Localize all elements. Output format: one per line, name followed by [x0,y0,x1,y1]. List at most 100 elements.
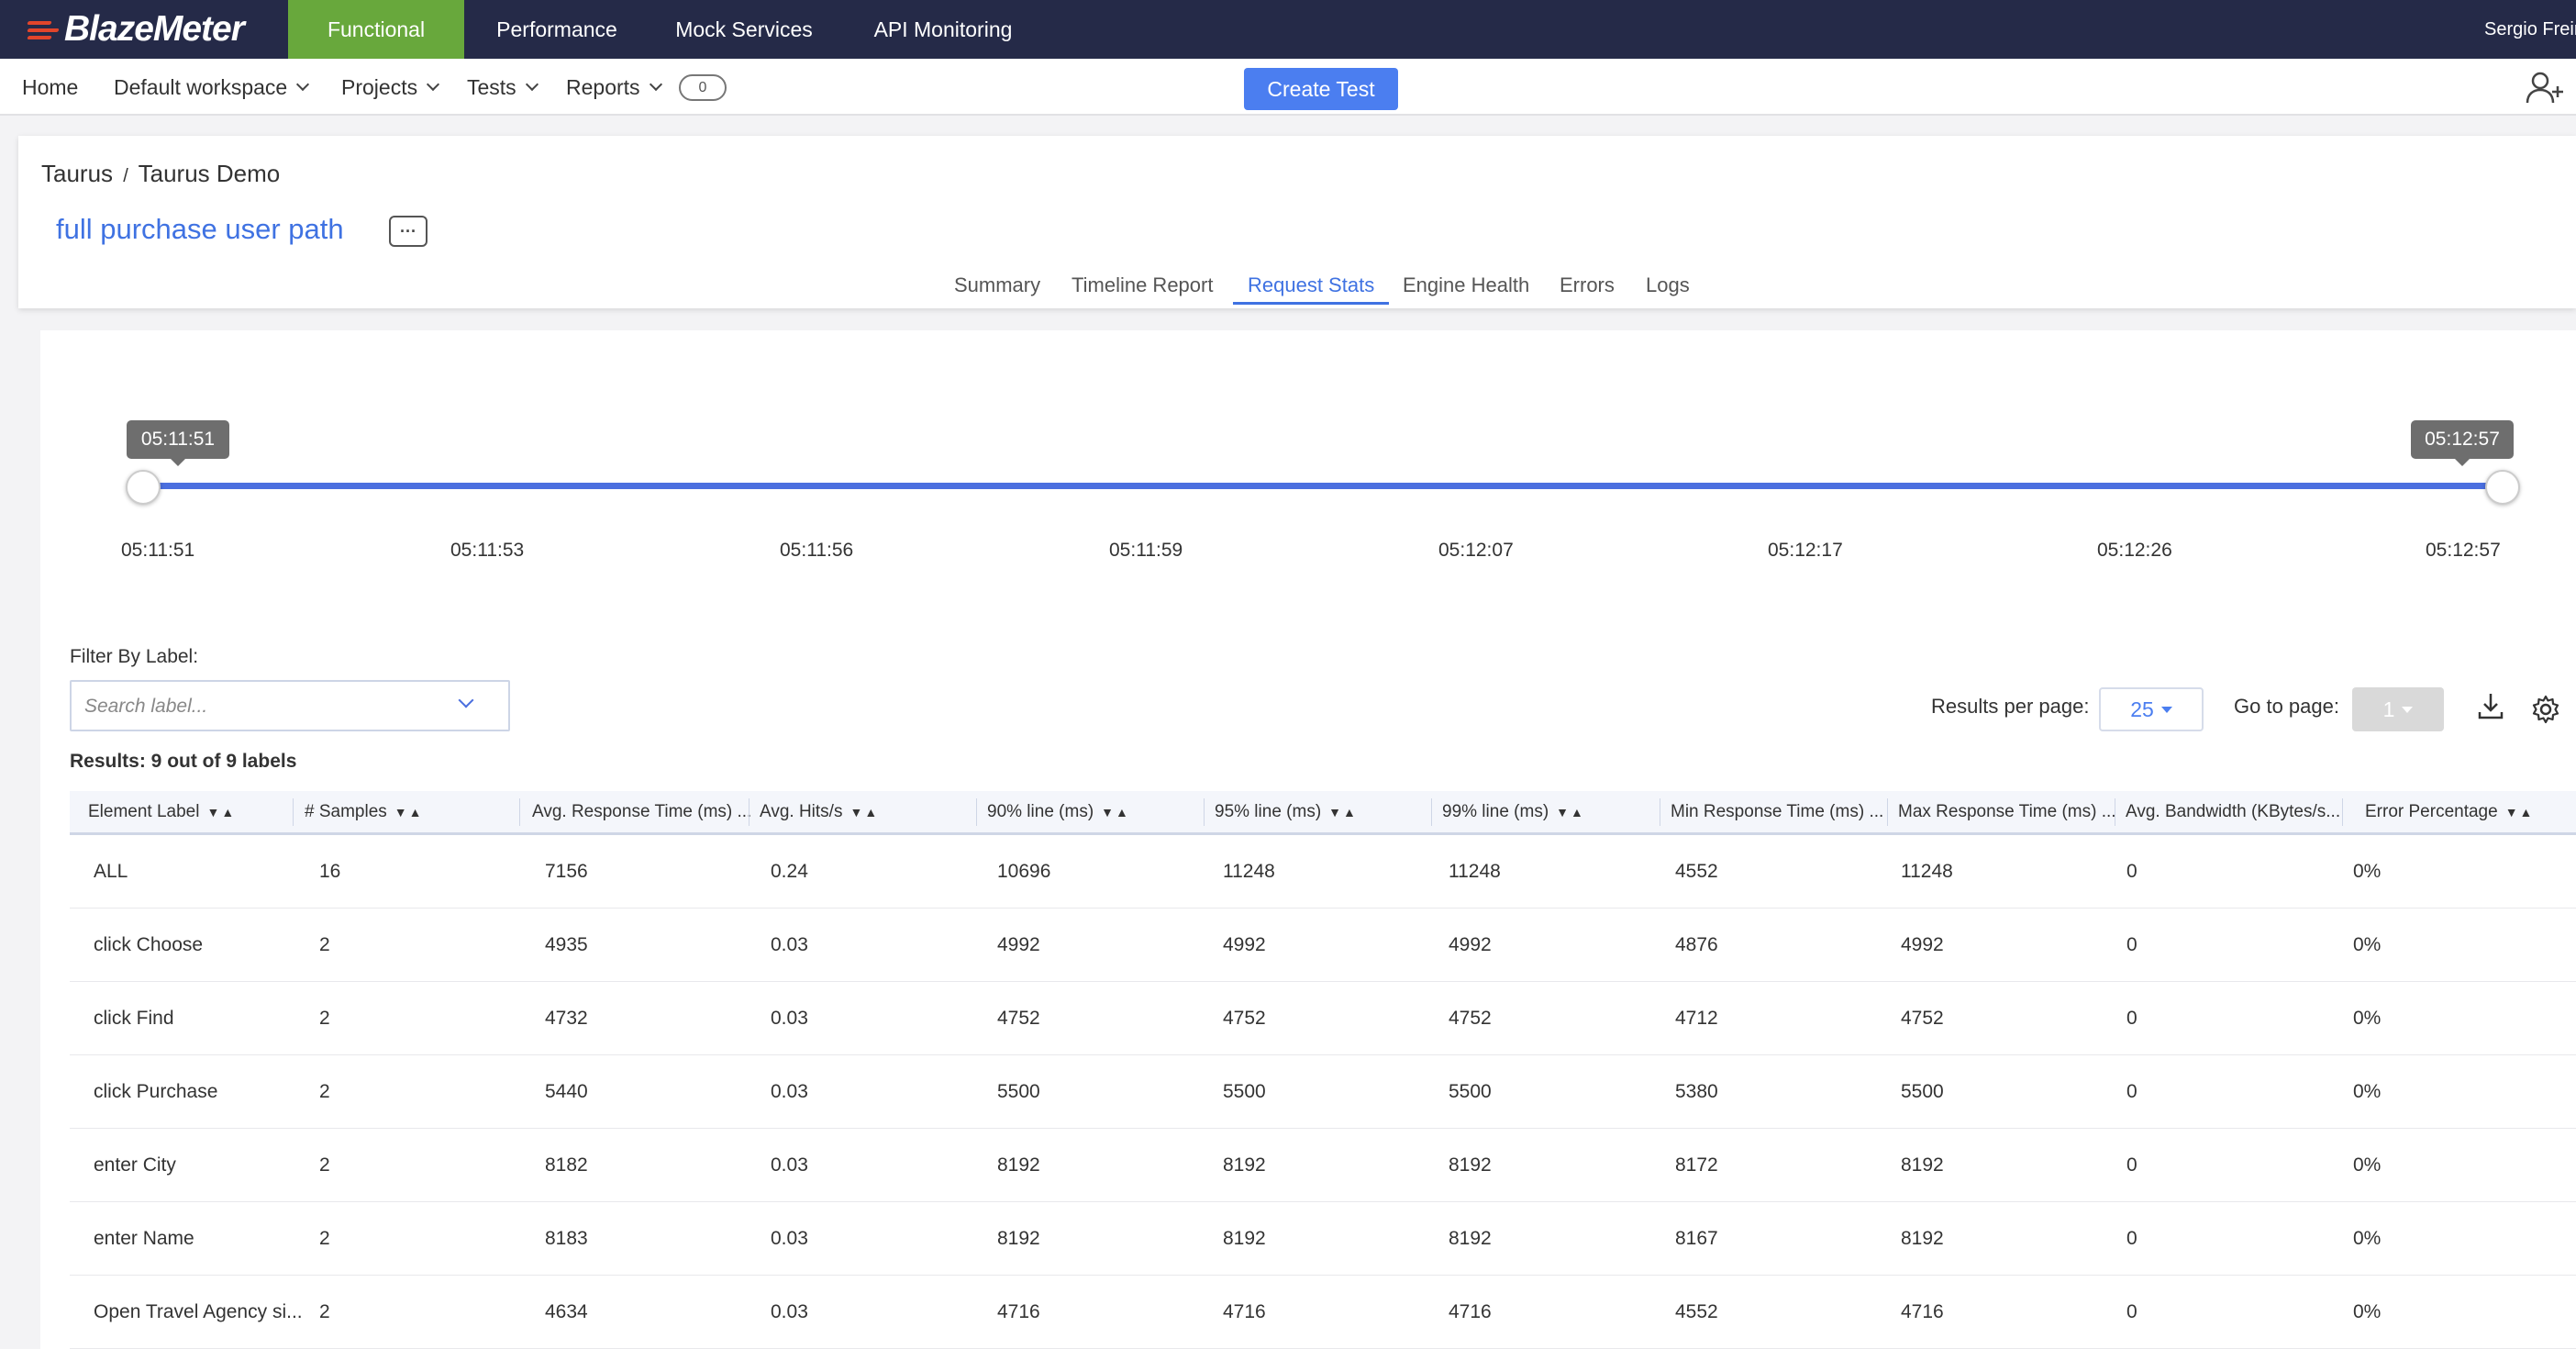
column-divider [519,798,520,826]
timeline-tick: 05:11:56 [780,540,854,561]
tab-summary[interactable]: Summary [954,273,1040,307]
sort-icon[interactable]: ▼▲ [1101,805,1130,819]
breadcrumb-project[interactable]: Taurus [41,160,113,187]
col-avg-hits[interactable]: Avg. Hits/s ▼▲ [760,791,879,832]
sort-icon[interactable]: ▼▲ [206,805,236,819]
tab-logs[interactable]: Logs [1646,273,1690,307]
cell-99-line: 4716 [1449,1301,1492,1322]
table-row[interactable]: click Purchase 2 5440 0.03 5500 5500 550… [70,1055,2576,1129]
col-max-response-time[interactable]: Max Response Time (ms) ... [1898,791,2116,832]
user-menu[interactable]: Sergio Freire [2484,0,2576,59]
create-test-button[interactable]: Create Test [1244,68,1398,110]
sort-icon[interactable]: ▼▲ [1556,805,1585,819]
nav-tab-api-monitoring[interactable]: API Monitoring [838,0,1048,59]
breadcrumb-test[interactable]: Taurus Demo [139,160,281,187]
results-per-page-select[interactable]: 25 [2099,687,2204,731]
cell-90-line: 5500 [997,1081,1040,1102]
cell-error-pct: 0% [2353,861,2382,882]
column-divider [1204,798,1205,826]
col-label: Avg. Response Time (ms) ... [532,801,752,821]
request-stats-table: Element Label ▼▲ # Samples ▼▲ Avg. Respons… [70,791,2576,1349]
logo-mark-icon [27,21,60,39]
col-min-response-time[interactable]: Min Response Time (ms) ... [1671,791,1883,832]
table-row[interactable]: enter City 2 8182 0.03 8192 8192 8192 81… [70,1129,2576,1202]
col-95-line[interactable]: 95% line (ms) ▼▲ [1215,791,1358,832]
cell-bandwidth: 0 [2126,934,2137,955]
tab-timeline-report[interactable]: Timeline Report [1071,273,1213,307]
cell-samples: 2 [319,1081,330,1102]
col-element-label[interactable]: Element Label ▼▲ [88,791,236,832]
cell-90-line: 8192 [997,1228,1040,1249]
nav-tab-performance[interactable]: Performance [464,0,650,59]
home-link[interactable]: Home [22,59,78,116]
projects-dropdown[interactable]: Projects [341,59,440,116]
nav-tab-mock-services[interactable]: Mock Services [650,0,838,59]
tab-engine-health[interactable]: Engine Health [1403,273,1529,307]
home-label: Home [22,74,79,99]
cell-min-response: 8167 [1675,1228,1718,1249]
col-90-line[interactable]: 90% line (ms) ▼▲ [987,791,1130,832]
col-99-line[interactable]: 99% line (ms) ▼▲ [1442,791,1585,832]
chevron-down-icon [427,77,440,92]
nav-tab-functional[interactable]: Functional [288,0,464,59]
label-search-input[interactable]: Search label... [70,680,510,731]
page-title[interactable]: full purchase user path [56,213,344,246]
time-range-slider[interactable] [143,483,2506,489]
table-row[interactable]: enter Name 2 8183 0.03 8192 8192 8192 81… [70,1202,2576,1276]
col-samples[interactable]: # Samples ▼▲ [305,791,424,832]
col-avg-bandwidth[interactable]: Avg. Bandwidth (KBytes/s... [2126,791,2340,832]
range-start-handle[interactable] [126,470,161,505]
download-icon[interactable] [2475,690,2506,723]
tests-dropdown[interactable]: Tests [467,59,539,116]
table-row[interactable]: Open Travel Agency si... 2 4634 0.03 471… [70,1276,2576,1349]
cell-error-pct: 0% [2353,934,2382,955]
col-error-percentage[interactable]: Error Percentage ▼▲ [2365,791,2534,832]
cell-samples: 2 [319,1228,330,1249]
filter-label: Filter By Label: [70,646,199,667]
sort-icon[interactable]: ▼▲ [2505,805,2535,819]
cell-min-response: 8172 [1675,1154,1718,1176]
table-row[interactable]: ALL 16 7156 0.24 10696 11248 11248 4552 … [70,835,2576,909]
go-to-page-select[interactable]: 1 [2352,687,2444,731]
secondary-nav-bar: Home Default workspace Projects Tests Re… [0,59,2576,116]
tab-errors[interactable]: Errors [1560,273,1615,307]
cell-avg-hits: 0.03 [771,1228,808,1249]
cell-min-response: 4552 [1675,861,1718,882]
cell-90-line: 8192 [997,1154,1040,1176]
col-avg-response-time[interactable]: Avg. Response Time (ms) ... [532,791,751,832]
timeline-tick: 05:11:53 [450,540,525,561]
cell-avg-hits: 0.03 [771,1008,808,1029]
col-label: 90% line (ms) [987,801,1094,821]
top-nav-bar: BlazeMeter Functional Performance Mock S… [0,0,2576,59]
reports-count-badge[interactable]: 0 [679,74,727,101]
cell-95-line: 4992 [1223,934,1266,955]
cell-error-pct: 0% [2353,1228,2382,1249]
cell-bandwidth: 0 [2126,1301,2137,1322]
range-end-tooltip: 05:12:57 [2411,420,2514,466]
chevron-down-icon[interactable] [458,692,474,708]
column-divider [2342,798,2343,826]
test-header-card: Taurus / Taurus Demo full purchase user … [18,136,2576,308]
blazemeter-logo[interactable]: BlazeMeter [0,0,288,59]
cell-avg-response: 4935 [545,934,588,955]
more-options-button[interactable]: ··· [389,216,427,247]
cell-samples: 2 [319,934,330,955]
results-per-page-label: Results per page: [1931,695,2090,718]
range-end-handle[interactable] [2485,470,2520,505]
gear-icon[interactable] [2530,694,2561,725]
col-label: 95% line (ms) [1215,801,1322,821]
col-label: 99% line (ms) [1442,801,1549,821]
cell-samples: 2 [319,1301,330,1322]
sort-icon[interactable]: ▼▲ [394,805,424,819]
reports-dropdown[interactable]: Reports [566,59,662,116]
reports-label: Reports [566,74,640,99]
chevron-down-icon [296,77,310,92]
cell-99-line: 4992 [1449,934,1492,955]
sort-icon[interactable]: ▼▲ [1328,805,1358,819]
table-row[interactable]: click Choose 2 4935 0.03 4992 4992 4992 … [70,909,2576,982]
col-label: Min Response Time (ms) ... [1671,801,1884,821]
table-row[interactable]: click Find 2 4732 0.03 4752 4752 4752 47… [70,982,2576,1055]
workspace-dropdown[interactable]: Default workspace [114,59,310,116]
add-user-icon[interactable] [2525,70,2565,106]
sort-icon[interactable]: ▼▲ [849,805,879,819]
